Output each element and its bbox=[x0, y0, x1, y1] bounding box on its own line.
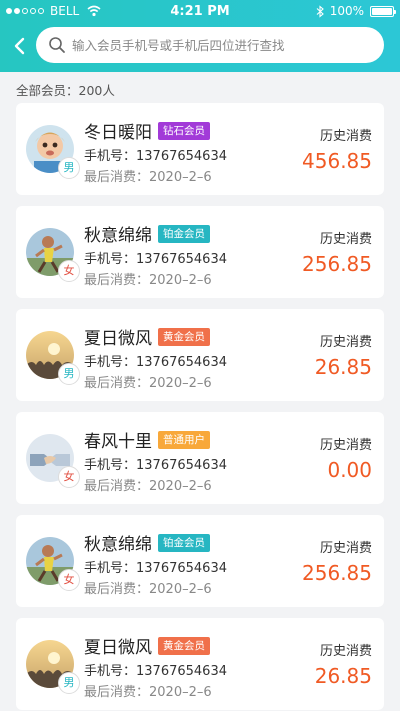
gender-badge: 男 bbox=[58, 157, 80, 179]
last-date: 2020–2–6 bbox=[149, 479, 212, 494]
history-consume-amount: 456.85 bbox=[302, 149, 372, 173]
member-level-badge: 黄金会员 bbox=[158, 636, 210, 655]
battery-percent: 100% bbox=[329, 4, 364, 18]
member-level-badge: 铂金会员 bbox=[158, 533, 210, 552]
member-last-consume: 最后消费：2020–2–6 bbox=[84, 166, 212, 185]
member-card-1[interactable]: 男 冬日暖阳 钻石会员 手机号：13767654634 最后消费：2020–2–… bbox=[16, 103, 384, 195]
member-phone: 手机号：13767654634 bbox=[84, 351, 227, 370]
member-level-badge: 普通用户 bbox=[158, 430, 210, 449]
last-date: 2020–2–6 bbox=[149, 273, 212, 288]
member-phone: 手机号：13767654634 bbox=[84, 145, 227, 164]
phone-label: 手机号： bbox=[84, 252, 137, 267]
avatar-wrap: 男 bbox=[26, 331, 80, 385]
phone-label: 手机号： bbox=[84, 355, 137, 370]
phone-label: 手机号： bbox=[84, 458, 137, 473]
history-consume-amount: 256.85 bbox=[302, 252, 372, 276]
history-consume-amount: 256.85 bbox=[302, 561, 372, 585]
member-phone: 手机号：13767654634 bbox=[84, 557, 227, 576]
status-bar: BELL 4:21 PM 100% bbox=[0, 0, 400, 22]
member-last-consume: 最后消费：2020–2–6 bbox=[84, 578, 212, 597]
member-level-badge: 钻石会员 bbox=[158, 121, 210, 140]
member-level-badge: 黄金会员 bbox=[158, 327, 210, 346]
member-summary: 全部会员：200人 bbox=[16, 83, 115, 98]
member-phone: 手机号：13767654634 bbox=[84, 248, 227, 267]
history-consume-amount: 26.85 bbox=[314, 355, 372, 379]
member-card-4[interactable]: 女 春风十里 普通用户 手机号：13767654634 最后消费：2020–2–… bbox=[16, 412, 384, 504]
member-name: 夏日微风 bbox=[84, 329, 152, 349]
member-last-consume: 最后消费：2020–2–6 bbox=[84, 475, 212, 494]
member-card-3[interactable]: 男 夏日微风 黄金会员 手机号：13767654634 最后消费：2020–2–… bbox=[16, 309, 384, 401]
member-name: 冬日暖阳 bbox=[84, 123, 152, 143]
history-consume-amount: 0.00 bbox=[327, 458, 372, 482]
phone-label: 手机号： bbox=[84, 149, 137, 164]
last-label: 最后消费： bbox=[84, 273, 150, 288]
last-label: 最后消费： bbox=[84, 479, 150, 494]
last-label: 最后消费： bbox=[84, 582, 150, 597]
gender-badge: 女 bbox=[58, 466, 80, 488]
gender-badge: 女 bbox=[58, 260, 80, 282]
last-label: 最后消费： bbox=[84, 685, 150, 700]
member-name: 春风十里 bbox=[84, 432, 152, 452]
avatar-wrap: 女 bbox=[26, 537, 80, 591]
avatar-wrap: 男 bbox=[26, 640, 80, 694]
search-input[interactable] bbox=[72, 37, 372, 53]
name-row: 秋意绵绵 铂金会员 bbox=[84, 221, 210, 246]
phone-value: 13767654634 bbox=[136, 149, 227, 164]
member-last-consume: 最后消费：2020–2–6 bbox=[84, 269, 212, 288]
member-name: 夏日微风 bbox=[84, 638, 152, 658]
member-phone: 手机号：13767654634 bbox=[84, 454, 227, 473]
history-consume-label: 历史消费 bbox=[319, 335, 372, 350]
history-consume-label: 历史消费 bbox=[319, 438, 372, 453]
member-card-5[interactable]: 女 秋意绵绵 铂金会员 手机号：13767654634 最后消费：2020–2–… bbox=[16, 515, 384, 607]
history-consume-label: 历史消费 bbox=[319, 232, 372, 247]
member-card-6[interactable]: 男 夏日微风 黄金会员 手机号：13767654634 最后消费：2020–2–… bbox=[16, 618, 384, 710]
last-date: 2020–2–6 bbox=[149, 582, 212, 597]
gender-badge: 女 bbox=[58, 569, 80, 591]
avatar-wrap: 女 bbox=[26, 434, 80, 488]
name-row: 夏日微风 黄金会员 bbox=[84, 324, 210, 349]
history-consume-label: 历史消费 bbox=[319, 644, 372, 659]
name-row: 春风十里 普通用户 bbox=[84, 427, 210, 452]
search-box[interactable] bbox=[36, 27, 384, 63]
phone-label: 手机号： bbox=[84, 664, 137, 679]
last-date: 2020–2–6 bbox=[149, 170, 212, 185]
last-label: 最后消费： bbox=[84, 170, 150, 185]
name-row: 夏日微风 黄金会员 bbox=[84, 633, 210, 658]
history-consume-label: 历史消费 bbox=[319, 129, 372, 144]
last-label: 最后消费： bbox=[84, 376, 150, 391]
member-name: 秋意绵绵 bbox=[84, 226, 152, 246]
avatar-wrap: 女 bbox=[26, 228, 80, 282]
name-row: 冬日暖阳 钻石会员 bbox=[84, 118, 210, 143]
phone-value: 13767654634 bbox=[136, 252, 227, 267]
last-date: 2020–2–6 bbox=[149, 685, 212, 700]
back-arrow-icon[interactable] bbox=[10, 36, 30, 56]
status-right: 100% bbox=[316, 4, 396, 18]
history-consume-label: 历史消费 bbox=[319, 541, 372, 556]
phone-value: 13767654634 bbox=[136, 458, 227, 473]
last-date: 2020–2–6 bbox=[149, 376, 212, 391]
avatar-wrap: 男 bbox=[26, 125, 80, 179]
phone-value: 13767654634 bbox=[136, 664, 227, 679]
member-level-badge: 铂金会员 bbox=[158, 224, 210, 243]
member-last-consume: 最后消费：2020–2–6 bbox=[84, 681, 212, 700]
phone-value: 13767654634 bbox=[136, 355, 227, 370]
phone-label: 手机号： bbox=[84, 561, 137, 576]
battery-icon bbox=[370, 5, 396, 17]
name-row: 秋意绵绵 铂金会员 bbox=[84, 530, 210, 555]
member-card-2[interactable]: 女 秋意绵绵 铂金会员 手机号：13767654634 最后消费：2020–2–… bbox=[16, 206, 384, 298]
member-last-consume: 最后消费：2020–2–6 bbox=[84, 372, 212, 391]
member-name: 秋意绵绵 bbox=[84, 535, 152, 555]
bluetooth-icon bbox=[316, 4, 324, 18]
history-consume-amount: 26.85 bbox=[314, 664, 372, 688]
gender-badge: 男 bbox=[58, 363, 80, 385]
gender-badge: 男 bbox=[58, 672, 80, 694]
header-bar: BELL 4:21 PM 100% bbox=[0, 0, 400, 72]
member-phone: 手机号：13767654634 bbox=[84, 660, 227, 679]
phone-value: 13767654634 bbox=[136, 561, 227, 576]
search-icon bbox=[49, 37, 65, 53]
